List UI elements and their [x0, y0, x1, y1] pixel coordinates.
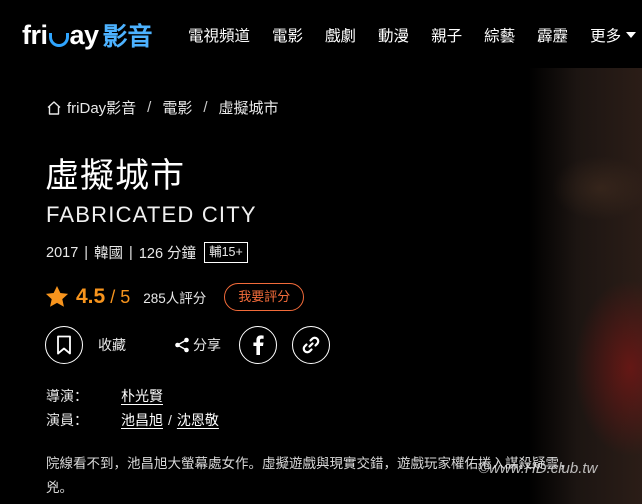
share-button[interactable]: 分享 [174, 335, 221, 355]
logo-smile-mark [48, 33, 69, 47]
nav-item-pili[interactable]: 霹靂 [537, 24, 568, 46]
watermark: ©www.HD.club.tw [478, 460, 598, 477]
share-icon [175, 337, 189, 353]
facebook-share-button[interactable] [239, 326, 277, 364]
facebook-icon [253, 335, 264, 355]
nav-item-movies[interactable]: 電影 [272, 24, 303, 46]
home-icon [47, 100, 61, 115]
main-nav: 電視頻道 電影 戲劇 動漫 親子 綜藝 霹靂 更多 [188, 24, 642, 46]
director-row: 導演： 朴光賢 [46, 384, 219, 408]
share-label: 分享 [193, 337, 221, 353]
logo-text-zh: 影音 [102, 23, 153, 51]
favorite-button[interactable] [45, 326, 83, 364]
release-year: 2017 [46, 244, 79, 261]
page-title: 虛擬城市 [45, 157, 185, 195]
cast-link[interactable]: 池昌旭 [121, 410, 163, 430]
breadcrumb-separator: / [147, 99, 152, 116]
vote-count: 285人評分 [143, 291, 207, 306]
meta-separator: | [129, 244, 133, 261]
rate-button[interactable]: 我要評分 [224, 283, 305, 311]
nav-item-tv-channels[interactable]: 電視頻道 [188, 24, 250, 46]
duration: 126 分鐘 [138, 246, 197, 262]
nav-item-anime[interactable]: 動漫 [378, 24, 409, 46]
action-row: 收藏 分享 [45, 326, 330, 364]
breadcrumb-movies[interactable]: 電影 [162, 97, 192, 118]
hero-background-image [480, 68, 642, 504]
nav-item-kids[interactable]: 親子 [431, 24, 462, 46]
credits: 導演： 朴光賢 演員： 池昌旭 / 沈恩敬 [46, 384, 219, 432]
breadcrumb-current[interactable]: 虛擬城市 [219, 97, 279, 118]
score-max: / 5 [110, 286, 131, 307]
breadcrumb-home[interactable]: friDay影音 [67, 97, 136, 118]
nav-more-label: 更多 [590, 28, 622, 45]
english-title: FABRICATED CITY [46, 202, 257, 227]
logo-text-part2: ay [69, 19, 100, 50]
age-rating-badge: 輔15+ [204, 242, 248, 263]
country: 韓國 [94, 246, 124, 262]
friday-logo[interactable]: fri ay 影音 [22, 18, 153, 52]
copy-link-button[interactable] [292, 326, 330, 364]
movie-meta: 2017 | 韓國 | 126 分鐘 輔15+ [46, 242, 248, 263]
cast-row: 演員： 池昌旭 / 沈恩敬 [46, 408, 219, 432]
nav-item-more[interactable]: 更多 [590, 24, 637, 46]
nav-item-variety[interactable]: 綜藝 [484, 24, 515, 46]
breadcrumb-separator: / [203, 99, 208, 116]
logo-text-part1: fri [22, 19, 48, 50]
top-header: fri ay 影音 電視頻道 電影 戲劇 動漫 親子 綜藝 霹靂 更多 [0, 0, 642, 68]
score-row: 4.5 / 5 285人評分 我要評分 [44, 282, 305, 312]
cast-separator: / [168, 412, 172, 428]
average-score: 4.5 [76, 285, 106, 308]
link-icon [302, 336, 320, 354]
nav-item-drama[interactable]: 戲劇 [325, 24, 356, 46]
star-icon [45, 285, 69, 307]
meta-separator: | [84, 244, 89, 261]
director-label: 導演： [46, 388, 88, 404]
cast-link[interactable]: 沈恩敬 [177, 410, 219, 430]
bookmark-icon [57, 335, 71, 355]
favorite-label[interactable]: 收藏 [98, 335, 126, 355]
director-link[interactable]: 朴光賢 [121, 386, 163, 406]
synopsis-line: 兇。 [46, 480, 73, 495]
breadcrumb: friDay影音 / 電影 / 虛擬城市 [46, 97, 279, 118]
chevron-down-icon [626, 32, 637, 38]
cast-label: 演員： [46, 412, 88, 428]
